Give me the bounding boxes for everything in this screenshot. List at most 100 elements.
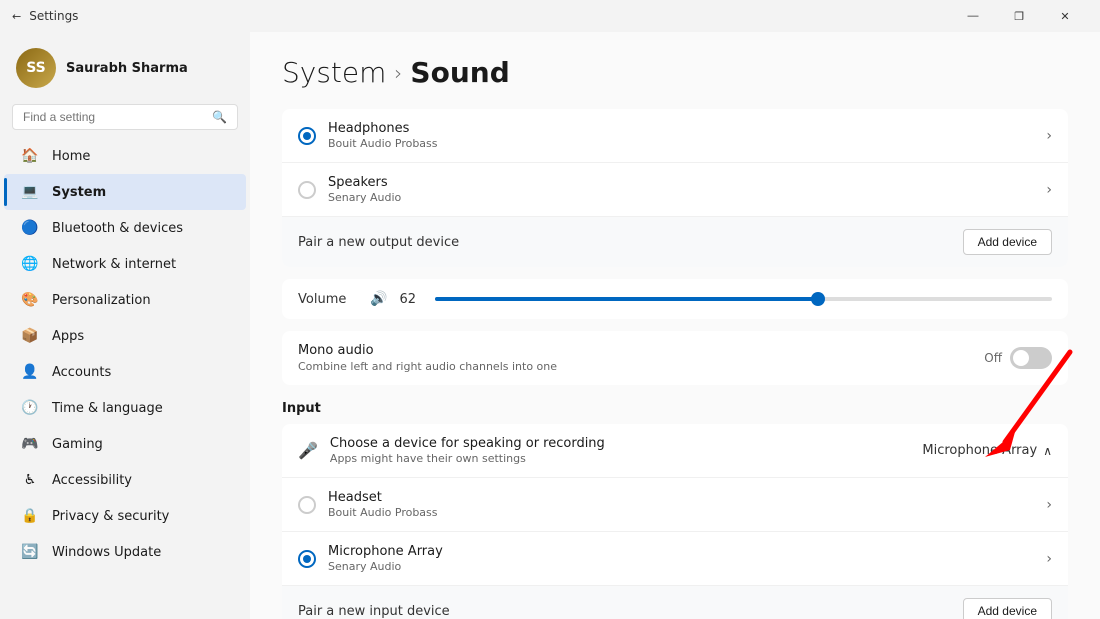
selected-input-device: Microphone Array xyxy=(922,443,1037,458)
sidebar-item-time[interactable]: 🕐 Time & language xyxy=(4,390,246,426)
sidebar-item-bluetooth[interactable]: 🔵 Bluetooth & devices xyxy=(4,210,246,246)
mono-audio-title: Mono audio xyxy=(298,343,557,358)
output-device-row-headphones[interactable]: Headphones Bouit Audio Probass › xyxy=(282,109,1068,163)
add-input-device-button[interactable]: Add device xyxy=(963,598,1052,619)
add-output-device-button[interactable]: Add device xyxy=(963,229,1052,255)
choose-input-info: Choose a device for speaking or recordin… xyxy=(330,436,605,465)
search-input[interactable] xyxy=(23,110,204,124)
device-sub-input-mic-array: Senary Audio xyxy=(328,560,1046,573)
mic-icon: 🎤 xyxy=(298,441,318,460)
choose-input-left: 🎤 Choose a device for speaking or record… xyxy=(298,436,605,465)
network-icon: 🌐 xyxy=(20,254,40,274)
mono-audio-subtitle: Combine left and right audio channels in… xyxy=(298,360,557,373)
sidebar-item-label: Privacy & security xyxy=(52,509,169,524)
input-device-row-headset[interactable]: Headset Bouit Audio Probass › xyxy=(282,478,1068,532)
mono-toggle[interactable] xyxy=(1010,347,1052,369)
sidebar-item-network[interactable]: 🌐 Network & internet xyxy=(4,246,246,282)
gaming-icon: 🎮 xyxy=(20,434,40,454)
sidebar-item-label: Accounts xyxy=(52,365,111,380)
chevron-right-icon: › xyxy=(1046,182,1052,198)
chevron-up-icon: ∧ xyxy=(1043,444,1052,458)
chevron-right-input-icon: › xyxy=(1046,551,1052,567)
radio-inner-input xyxy=(303,555,311,563)
chevron-right-icon: › xyxy=(1046,128,1052,144)
sidebar-item-personalization[interactable]: 🎨 Personalization xyxy=(4,282,246,318)
sidebar-item-gaming[interactable]: 🎮 Gaming xyxy=(4,426,246,462)
sidebar-item-label: Time & language xyxy=(52,401,163,416)
mono-audio-info: Mono audio Combine left and right audio … xyxy=(298,343,557,373)
sidebar-item-label: Gaming xyxy=(52,437,103,452)
breadcrumb-separator: › xyxy=(394,61,402,85)
sidebar-item-label: Accessibility xyxy=(52,473,132,488)
choose-input-subtitle: Apps might have their own settings xyxy=(330,452,605,465)
device-sub-headphones: Bouit Audio Probass xyxy=(328,137,1046,150)
personalization-icon: 🎨 xyxy=(20,290,40,310)
home-icon: 🏠 xyxy=(20,146,40,166)
sidebar-item-label: Network & internet xyxy=(52,257,176,272)
sidebar-item-label: Home xyxy=(52,149,90,164)
radio-input-headset xyxy=(298,496,316,514)
device-info-input-headset: Headset Bouit Audio Probass xyxy=(328,490,1046,519)
device-sub-speakers: Senary Audio xyxy=(328,191,1046,204)
restore-button[interactable]: ❐ xyxy=(996,0,1042,32)
sidebar-item-label: Apps xyxy=(52,329,84,344)
mono-toggle-label: Off xyxy=(984,351,1002,365)
minimize-button[interactable]: — xyxy=(950,0,996,32)
sidebar-item-label: Bluetooth & devices xyxy=(52,221,183,236)
mono-toggle-wrap: Off xyxy=(984,347,1052,369)
sidebar-item-apps[interactable]: 📦 Apps xyxy=(4,318,246,354)
choose-input-title: Choose a device for speaking or recordin… xyxy=(330,436,605,451)
pair-output-row: Pair a new output device Add device xyxy=(282,216,1068,267)
output-devices-card: Headphones Bouit Audio Probass › Speaker… xyxy=(282,109,1068,267)
sidebar-item-home[interactable]: 🏠 Home xyxy=(4,138,246,174)
title-bar: ← Settings — ❐ ✕ xyxy=(0,0,1100,32)
back-icon[interactable]: ← xyxy=(12,10,21,23)
pair-input-label: Pair a new input device xyxy=(298,604,450,619)
pair-input-row: Pair a new input device Add device xyxy=(282,585,1068,619)
accounts-icon: 👤 xyxy=(20,362,40,382)
close-button[interactable]: ✕ xyxy=(1042,0,1088,32)
sidebar-item-update[interactable]: 🔄 Windows Update xyxy=(4,534,246,570)
sidebar-item-accessibility[interactable]: ♿ Accessibility xyxy=(4,462,246,498)
sidebar-item-privacy[interactable]: 🔒 Privacy & security xyxy=(4,498,246,534)
output-device-row-speakers[interactable]: Speakers Senary Audio › xyxy=(282,163,1068,216)
volume-output-label: Volume xyxy=(298,292,358,307)
toggle-knob xyxy=(1013,350,1029,366)
avatar-initials: SS xyxy=(26,60,46,76)
volume-output-value: 62 xyxy=(399,292,423,307)
user-name: Saurabh Sharma xyxy=(66,61,188,76)
volume-output-row: Volume 🔊 62 xyxy=(282,279,1068,319)
sidebar-item-label: Windows Update xyxy=(52,545,161,560)
user-profile[interactable]: SS Saurabh Sharma xyxy=(0,40,250,104)
device-sub-input-headset: Bouit Audio Probass xyxy=(328,506,1046,519)
update-icon: 🔄 xyxy=(20,542,40,562)
search-box[interactable]: 🔍 xyxy=(12,104,238,130)
time-icon: 🕐 xyxy=(20,398,40,418)
app-body: SS Saurabh Sharma 🔍 🏠 Home 💻 System 🔵 Bl… xyxy=(0,32,1100,619)
volume-output-fill xyxy=(435,297,817,301)
input-devices-card: Headset Bouit Audio Probass › Microphone… xyxy=(282,478,1068,619)
volume-output-slider[interactable] xyxy=(435,297,1052,301)
input-device-row-mic-array[interactable]: Microphone Array Senary Audio › xyxy=(282,532,1068,585)
accessibility-icon: ♿ xyxy=(20,470,40,490)
window-title: Settings xyxy=(29,9,78,23)
apps-icon: 📦 xyxy=(20,326,40,346)
radio-inner xyxy=(303,132,311,140)
device-name-speakers: Speakers xyxy=(328,175,1046,190)
device-info-speakers: Speakers Senary Audio xyxy=(328,175,1046,204)
breadcrumb: System › Sound xyxy=(282,56,1068,89)
mono-audio-row: Mono audio Combine left and right audio … xyxy=(282,331,1068,385)
sidebar-item-accounts[interactable]: 👤 Accounts xyxy=(4,354,246,390)
device-name-headphones: Headphones xyxy=(328,121,1046,136)
sidebar-item-label: System xyxy=(52,185,106,200)
sidebar-item-system[interactable]: 💻 System xyxy=(4,174,246,210)
choose-input-right: Microphone Array ∧ xyxy=(922,443,1052,458)
pair-output-label: Pair a new output device xyxy=(298,235,459,250)
choose-input-device-row[interactable]: 🎤 Choose a device for speaking or record… xyxy=(282,424,1068,478)
privacy-icon: 🔒 xyxy=(20,506,40,526)
avatar: SS xyxy=(16,48,56,88)
sidebar-item-label: Personalization xyxy=(52,293,151,308)
volume-icon: 🔊 xyxy=(370,291,387,307)
volume-output-thumb[interactable] xyxy=(811,292,825,306)
nav-items: 🏠 Home 💻 System 🔵 Bluetooth & devices 🌐 … xyxy=(0,138,250,570)
